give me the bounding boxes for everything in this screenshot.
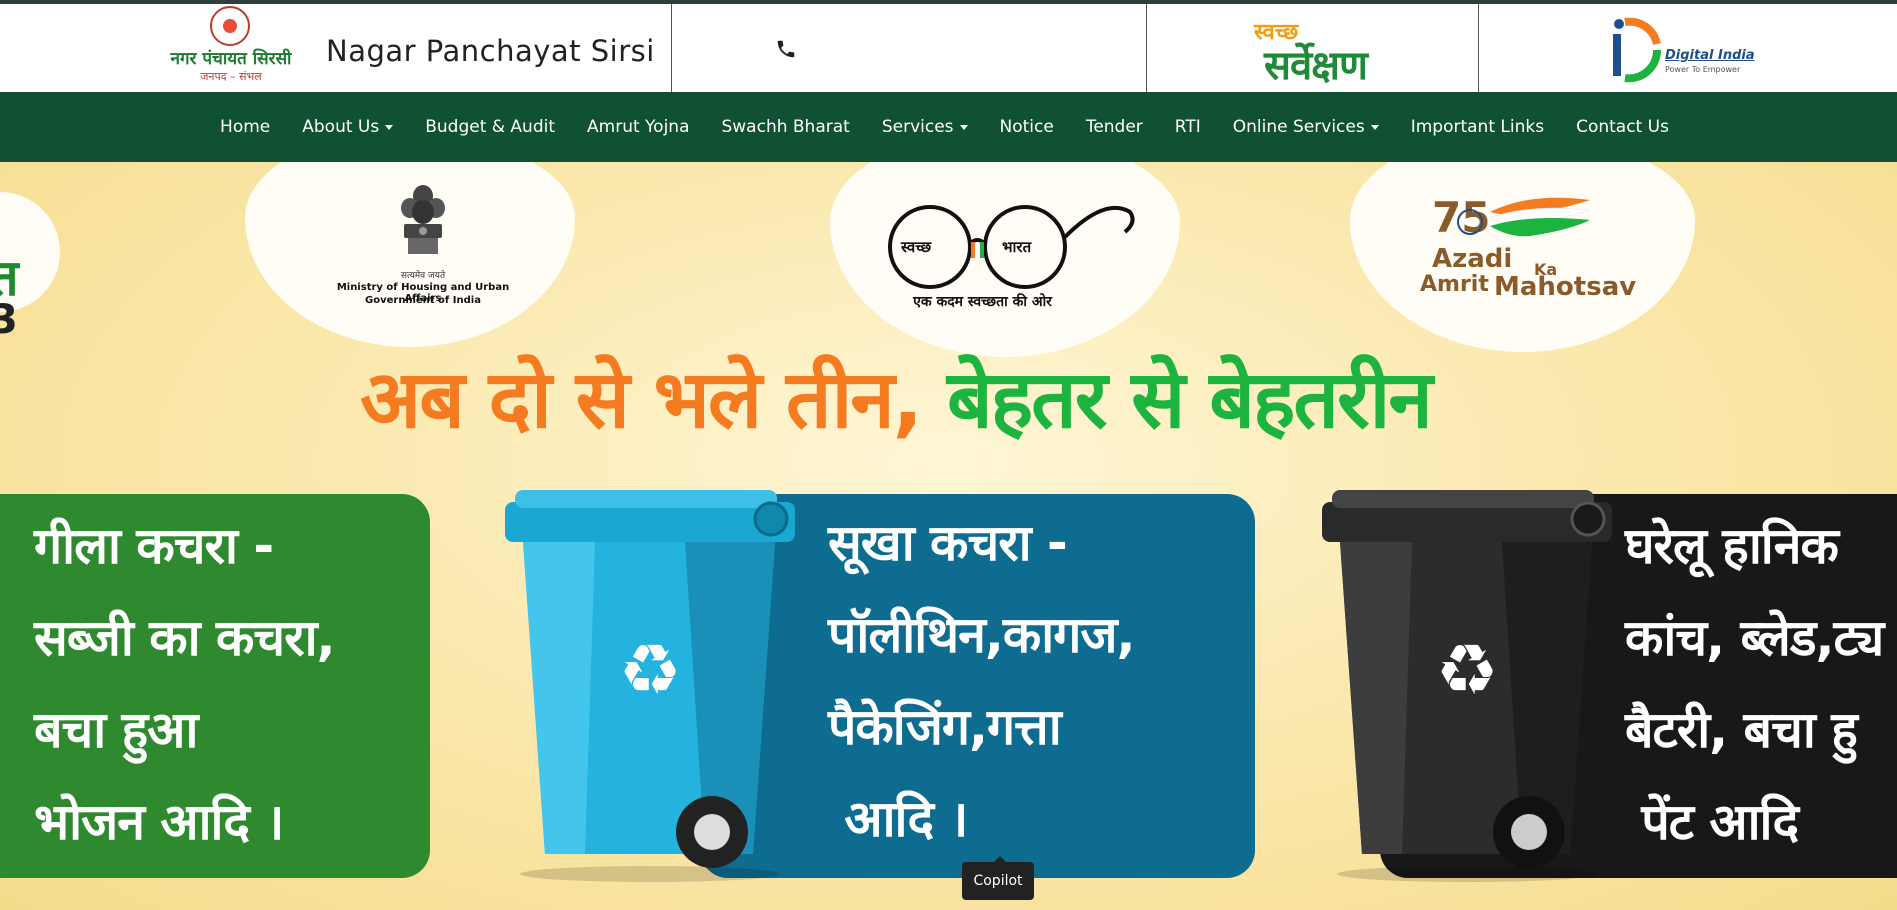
nav-item-label: Notice [999, 117, 1054, 137]
nav-item-budget-audit[interactable]: Budget & Audit [409, 117, 571, 137]
slogan-part-orange: अब दो से भले तीन, [360, 353, 947, 446]
wet-waste-text: गीला कचरा - सब्जी का कचरा, बचा हुआ भोजन … [34, 517, 336, 851]
nav-menu: Home About Us Budget & Audit Amrut Yojna Swa… [0, 92, 1897, 162]
caret-down-icon [959, 124, 968, 130]
digital-india-logo[interactable]: Digital India Power To Empower [1595, 14, 1755, 86]
azadi-ka-amrit-mahotsav-logo: 75 Azadi Ka Amrit Mahotsav [1420, 182, 1637, 322]
site-title[interactable]: Nagar Panchayat Sirsi [326, 34, 655, 68]
swachh-bharat-logo: स्वच्छ भारत एक कदम स्वच्छता की ओर [875, 192, 1140, 322]
swachh-logo-bottom: सर्वेक्षण [1264, 43, 1368, 89]
nav-item-services[interactable]: Services [866, 117, 984, 137]
panchayat-emblem-icon [210, 6, 250, 46]
black-dustbin-icon: ♻ [1322, 490, 1612, 882]
nav-item-label: Important Links [1410, 117, 1545, 137]
mohua-logo: सत्यमेव जयते Ministry of Housing and Urb… [318, 182, 528, 322]
swachh-bharat-tagline: एक कदम स्वच्छता की ओर [913, 294, 1052, 310]
nav-item-label: RTI [1174, 117, 1201, 137]
nav-item-label: Contact Us [1576, 117, 1669, 137]
header-divider [1146, 4, 1147, 92]
mohua-motto: सत्यमेव जयते [400, 271, 446, 281]
mohua-government: Government of India [365, 295, 481, 306]
site-header: नगर पंचायत सिरसी जनपद – संभल Nagar Panch… [0, 4, 1897, 92]
edge-digit: 3 [0, 297, 18, 343]
nav-item-label: Online Services [1232, 117, 1365, 137]
nav-item-label: About Us [302, 117, 380, 137]
nav-item-about-us[interactable]: About Us [286, 117, 409, 137]
nav-item-label: Services [881, 117, 954, 137]
nav-item-amrut-yojna[interactable]: Amrut Yojna [571, 117, 705, 137]
national-emblem-icon [401, 185, 445, 254]
header-divider [671, 4, 672, 92]
nav-item-swachh-bharat[interactable]: Swachh Bharat [705, 117, 865, 137]
nav-item-contact-us[interactable]: Contact Us [1560, 117, 1685, 137]
site-logo[interactable]: नगर पंचायत सिरसी जनपद – संभल [150, 6, 312, 86]
nav-item-tender[interactable]: Tender [1070, 117, 1159, 137]
hazardous-waste-text: घरेलू हानिक कांच, ब्लेड,ट्य बैटरी, बचा ह… [1625, 517, 1884, 851]
swachh-survekshan-logo[interactable]: स्वच्छ सर्वेक्षण [1250, 16, 1460, 89]
amrit-word: Amrit [1420, 272, 1489, 297]
main-navigation: Home About Us Budget & Audit Amrut Yojna Swa… [0, 92, 1897, 162]
nav-item-important-links[interactable]: Important Links [1395, 117, 1560, 137]
bharat-label: भारत [1002, 238, 1032, 256]
banner-slogan: अब दो से भले तीन, बेहतर से बेहतरीन [360, 342, 1560, 452]
caret-down-icon [1370, 124, 1379, 130]
amrit-mahotsav-flag-icon: 75 [1432, 193, 1591, 242]
svg-text:♻: ♻ [1436, 629, 1499, 711]
dry-waste-text: सूखा कचरा - पॉलीथिन,कागज, पैकेजिंग,गत्ता… [828, 514, 1135, 848]
nav-item-label: Swachh Bharat [721, 117, 850, 137]
swachh-label: स्वच्छ [901, 238, 932, 256]
slogan-part-green: बेहतर से बेहतरीन [946, 353, 1433, 446]
caret-down-icon [385, 124, 394, 130]
digital-india-tagline: Power To Empower [1665, 65, 1741, 74]
copilot-tooltip: Copilot [962, 856, 1034, 900]
logo-district-text: जनपद – संभल [200, 70, 262, 83]
nav-item-label: Home [220, 117, 271, 137]
svg-text:♻: ♻ [619, 629, 682, 711]
nav-item-home[interactable]: Home [204, 117, 286, 137]
nav-item-notice[interactable]: Notice [984, 117, 1070, 137]
banner-left-logo-fragment: त 3 [0, 192, 60, 343]
nav-item-label: Tender [1085, 117, 1143, 137]
logo-hindi-text: नगर पंचायत सिरसी [170, 49, 292, 69]
nav-item-online-services[interactable]: Online Services [1217, 117, 1395, 137]
digital-india-text: Digital India [1665, 48, 1755, 63]
nav-item-rti[interactable]: RTI [1159, 117, 1217, 137]
nav-item-label: Budget & Audit [425, 117, 556, 137]
phone-icon[interactable] [775, 38, 797, 60]
mahotsav-word: Mahotsav [1494, 272, 1637, 302]
azadi-word: Azadi [1432, 244, 1513, 274]
header-divider [1478, 4, 1479, 92]
nav-item-label: Amrut Yojna [587, 117, 690, 137]
blue-dustbin-icon: ♻ [505, 490, 795, 882]
digital-india-mark-icon [1613, 17, 1662, 83]
